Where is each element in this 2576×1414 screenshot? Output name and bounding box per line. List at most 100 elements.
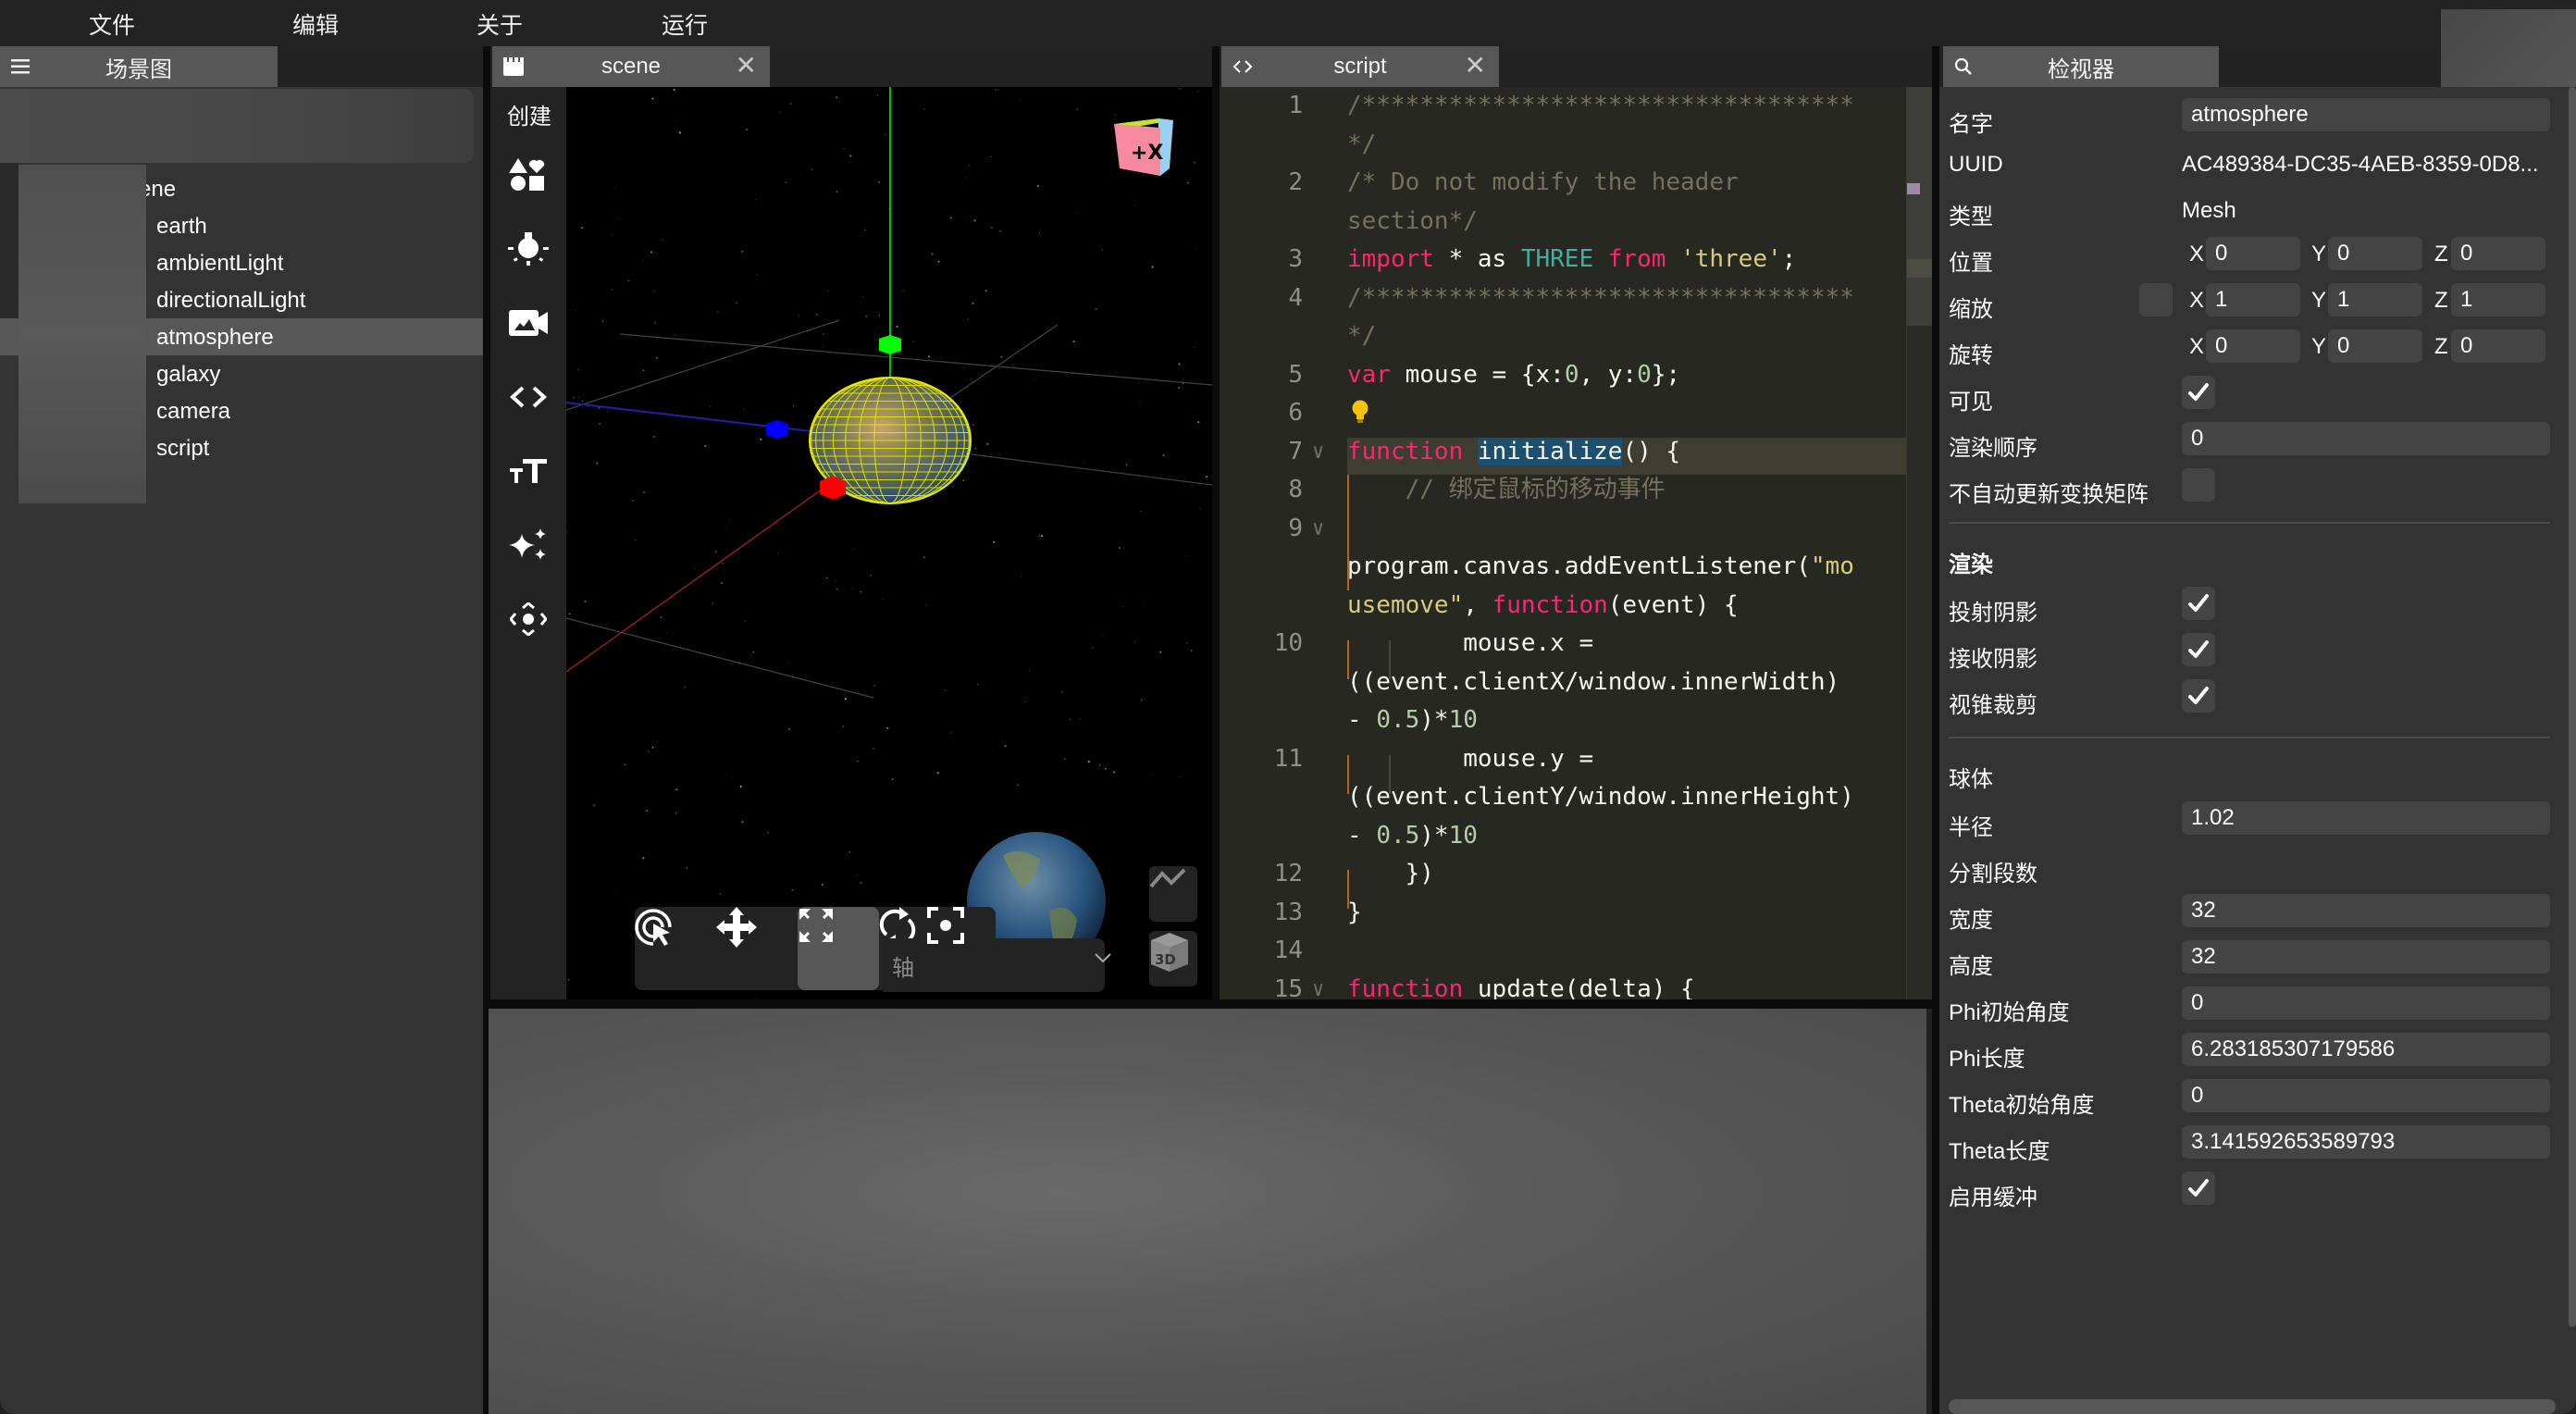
star [1199, 508, 1201, 509]
z-label: Z [2434, 334, 2448, 359]
close-icon[interactable]: ✕ [1465, 50, 1486, 81]
no-auto-matrix-label: 不自动更新变换矩阵 [1949, 482, 2149, 507]
star [1061, 691, 1063, 693]
panel-divider[interactable] [1932, 46, 1939, 1414]
position-x-input[interactable]: 0 [2206, 237, 2300, 270]
star [1186, 642, 1188, 644]
select-pointer-icon[interactable] [635, 907, 716, 990]
cast-shadow-checkbox[interactable] [2182, 587, 2215, 620]
star [848, 850, 851, 853]
rotation-z-input[interactable]: 0 [2451, 329, 2545, 363]
lightbulb-icon[interactable] [1351, 400, 1369, 428]
code-token: function [1347, 974, 1464, 1000]
star [826, 577, 828, 579]
inspector-vertical-scrollbar[interactable] [2569, 87, 2576, 1327]
buffer-checkbox[interactable] [2182, 1172, 2215, 1205]
star [985, 290, 987, 292]
tab-scene-graph[interactable]: 场景图 [0, 46, 278, 87]
fold-chevron-icon[interactable]: ∨ [1312, 510, 1324, 549]
theta-length-input[interactable]: 3.141592653589793 [2182, 1125, 2550, 1159]
view-cube[interactable]: +X [1112, 113, 1177, 178]
star [1179, 88, 1181, 90]
code-editor[interactable]: 1 /********************************** */ 2 /… [1220, 87, 1932, 999]
name-label: 名字 [1949, 112, 1993, 137]
menu-about[interactable]: 关于 [477, 7, 523, 41]
tab-label: script [1333, 54, 1387, 79]
tab-inspector[interactable]: 检视器 [1943, 46, 2219, 87]
scale-y-input[interactable]: 1 [2328, 283, 2422, 316]
star [816, 314, 818, 316]
menu-file[interactable]: 文件 [89, 7, 135, 41]
code-token: usemove" [1347, 590, 1464, 619]
scale-lock-checkbox[interactable] [2139, 283, 2173, 316]
star [642, 369, 645, 372]
star [598, 407, 601, 409]
uuid-row: UUID AC489384-DC35-4AEB-8359-0D8... [1939, 143, 2569, 189]
frustum-cull-checkbox[interactable] [2182, 679, 2215, 713]
divider [1949, 522, 2550, 524]
camera-icon[interactable] [507, 302, 550, 344]
close-icon[interactable]: ✕ [736, 50, 757, 81]
scale-icon[interactable] [798, 907, 879, 990]
inspector-horizontal-scrollbar[interactable] [1949, 1399, 2556, 1414]
no-auto-matrix-checkbox[interactable] [2182, 468, 2215, 502]
star [655, 356, 658, 359]
star [995, 89, 997, 91]
rotation-y-input[interactable]: 0 [2328, 329, 2422, 363]
radius-input[interactable]: 1.02 [2182, 801, 2550, 835]
star [1069, 718, 1071, 720]
3d-mode-button[interactable]: 3D [1149, 931, 1197, 986]
y-axis-handle[interactable] [879, 335, 901, 354]
panel-divider[interactable] [489, 999, 1932, 1009]
rotation-x-input[interactable]: 0 [2206, 329, 2300, 363]
visible-checkbox[interactable] [2182, 376, 2215, 409]
menu-edit[interactable]: 编辑 [292, 7, 339, 41]
position-y-input[interactable]: 0 [2328, 237, 2422, 270]
render-order-input[interactable]: 0 [2182, 422, 2550, 455]
focus-target-icon[interactable] [927, 907, 996, 990]
z-axis-handle[interactable] [766, 420, 788, 439]
star [581, 400, 584, 403]
3d-viewport[interactable]: +X 轴 3D [566, 87, 1212, 999]
star [779, 111, 781, 113]
star [601, 320, 604, 322]
star [861, 296, 863, 298]
code-scrollbar[interactable] [1906, 87, 1932, 999]
position-z-input[interactable]: 0 [2451, 237, 2545, 270]
translate-icon[interactable] [716, 907, 798, 990]
stats-chart-icon[interactable] [1149, 866, 1197, 922]
menu-run[interactable]: 运行 [662, 7, 708, 41]
code-text: /********************************** [1347, 279, 1854, 318]
scale-x-input[interactable]: 1 [2206, 283, 2300, 316]
receive-shadow-checkbox[interactable] [2182, 633, 2215, 666]
axis-select-label: 轴 [892, 956, 914, 981]
code-scrollbar-thumb[interactable] [1907, 87, 1932, 326]
code-token: /********************************** [1347, 283, 1854, 312]
text-size-icon[interactable] [507, 450, 550, 492]
tab-script[interactable]: script ✕ [1221, 46, 1499, 87]
star [618, 217, 620, 219]
star [1187, 181, 1189, 184]
tab-scene[interactable]: scene ✕ [492, 46, 770, 87]
height-segments-input[interactable]: 32 [2182, 940, 2550, 974]
fold-chevron-icon[interactable]: ∨ [1312, 433, 1324, 472]
buffer-row: 启用缓冲 [1939, 1170, 2569, 1216]
theta-start-input[interactable]: 0 [2182, 1079, 2550, 1112]
shapes-icon[interactable] [507, 154, 550, 196]
sparkles-icon[interactable] [507, 524, 550, 566]
fold-chevron-icon[interactable]: ∨ [1312, 971, 1324, 1000]
phi-length-input[interactable]: 6.283185307179586 [2182, 1033, 2550, 1066]
line-number: 4 [1288, 283, 1303, 312]
scale-z-input[interactable]: 1 [2451, 283, 2545, 316]
star [1141, 699, 1143, 701]
move-arrows-icon[interactable] [507, 598, 550, 640]
panel-divider[interactable] [1212, 46, 1220, 1009]
width-segments-label: 宽度 [1949, 908, 1993, 933]
phi-start-input[interactable]: 0 [2182, 986, 2550, 1020]
light-bulb-icon[interactable] [507, 228, 550, 270]
star [661, 239, 663, 241]
name-input[interactable]: atmosphere [2182, 98, 2550, 131]
width-segments-input[interactable]: 32 [2182, 894, 2550, 927]
code-icon[interactable] [507, 376, 550, 418]
